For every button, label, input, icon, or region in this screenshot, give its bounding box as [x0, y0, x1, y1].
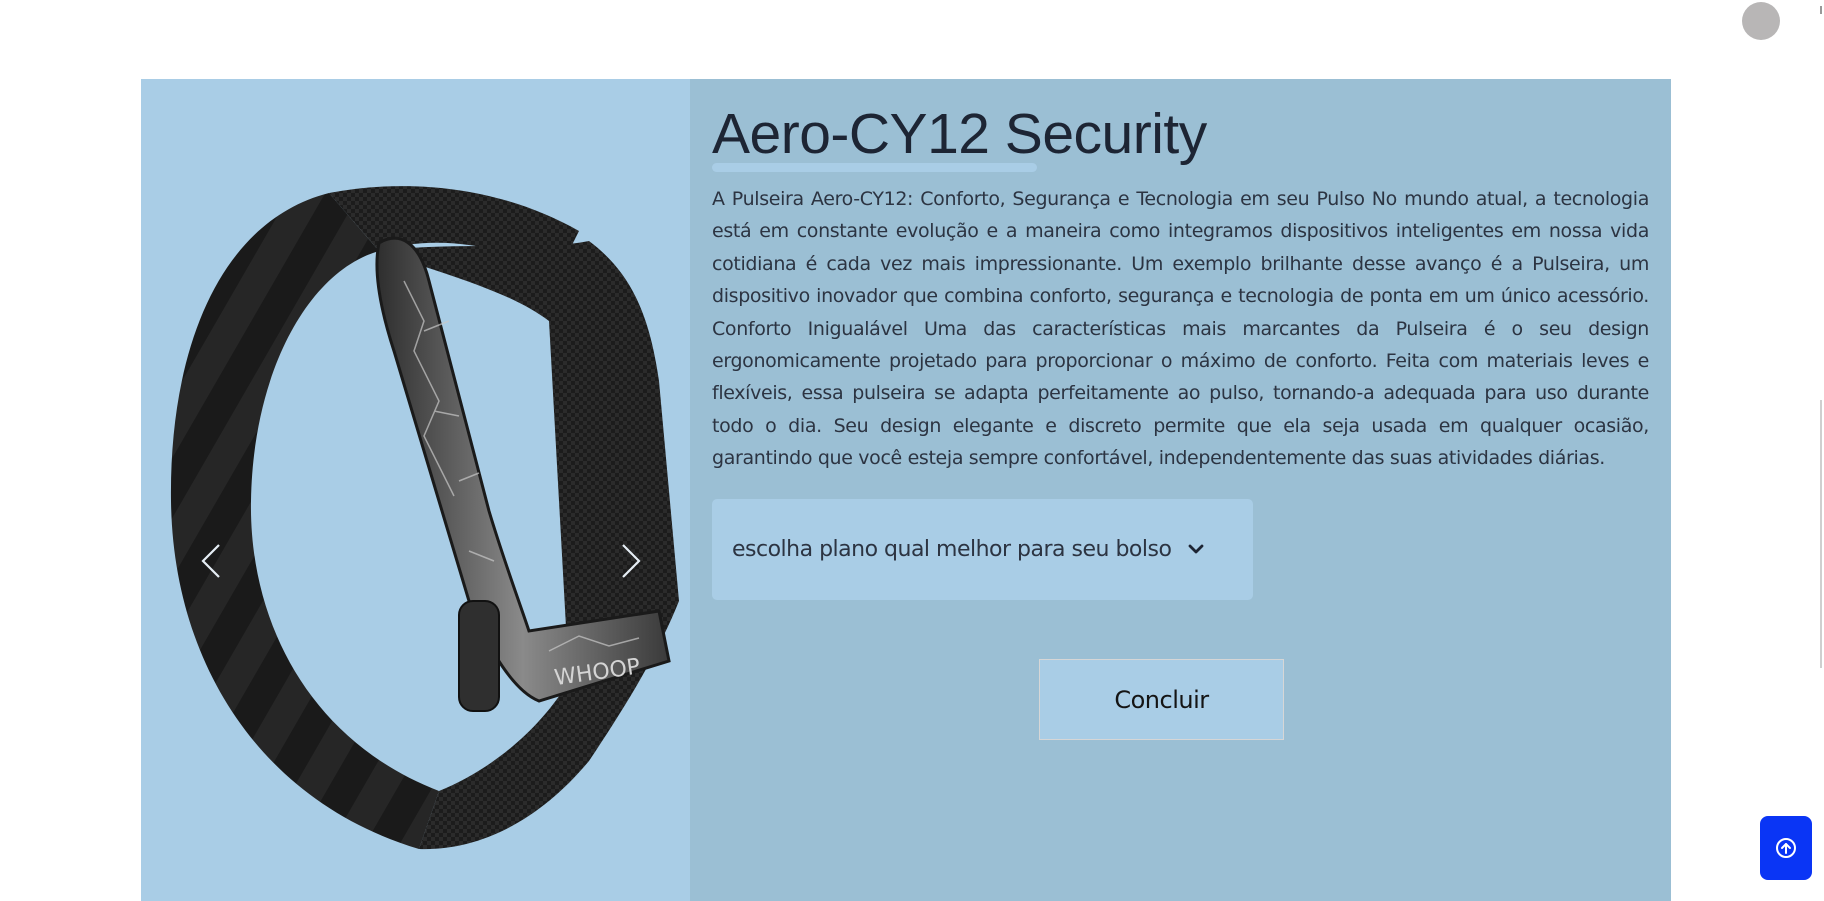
page: WHOOP Aero-CY12 Security A Pulseira Aero…	[0, 0, 1824, 901]
product-details: Aero-CY12 Security A Pulseira Aero-CY12:…	[690, 79, 1671, 901]
plan-select-label: escolha plano qual melhor para seu bolso	[732, 536, 1172, 562]
plan-select-dropdown[interactable]: escolha plano qual melhor para seu bolso	[712, 498, 1253, 600]
product-image-carousel: WHOOP	[141, 79, 690, 901]
user-avatar-icon[interactable]	[1742, 2, 1780, 40]
chevron-right-icon	[622, 544, 641, 578]
scrollbar-arrow[interactable]	[1820, 6, 1822, 14]
conclude-button[interactable]: Concluir	[1039, 659, 1284, 740]
product-section: WHOOP Aero-CY12 Security A Pulseira Aero…	[141, 79, 1671, 901]
arrow-up-circle-icon	[1776, 838, 1796, 858]
carousel-prev-button[interactable]	[191, 531, 231, 591]
product-image: WHOOP	[170, 186, 679, 850]
product-title: Aero-CY12 Security	[712, 102, 1207, 166]
chevron-left-icon	[201, 544, 220, 578]
chevron-down-icon	[1187, 543, 1205, 555]
carousel-next-button[interactable]	[611, 531, 651, 591]
scrollbar-thumb[interactable]	[1820, 400, 1822, 668]
product-description: A Pulseira Aero-CY12: Conforto, Seguranç…	[712, 188, 1649, 470]
back-to-top-button[interactable]	[1760, 816, 1812, 880]
